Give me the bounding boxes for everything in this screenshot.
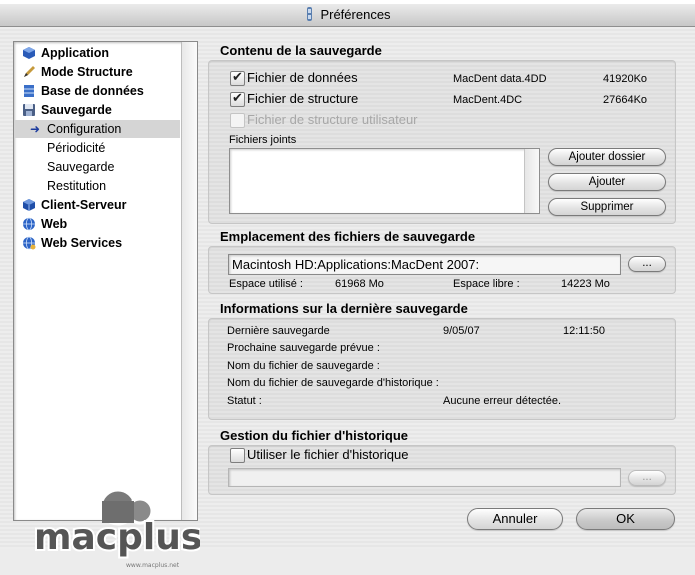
data-file-size: 41920Ko [603,73,648,85]
sidebar-item-configuration[interactable]: ➜ Configuration [14,120,180,138]
sidebar-item-database[interactable]: Base de données [14,82,180,100]
sidebar-item-mode-structure[interactable]: Mode Structure [14,63,180,81]
ok-button[interactable]: OK [576,508,675,530]
sidebar-scrollbar[interactable] [181,42,197,520]
add-button[interactable]: Ajouter [548,173,666,191]
remove-button[interactable]: Supprimer [548,198,666,216]
status-label: Statut : [227,395,262,407]
free-space-label: Espace libre : [453,278,520,290]
window-titlebar[interactable]: Préférences [0,4,695,27]
attached-files-scrollbar[interactable] [524,149,539,213]
sidebar-item-label: Mode Structure [41,65,133,79]
used-space-value: 61968 Mo [335,278,384,290]
status-value: Aucune erreur détectée. [443,395,562,407]
use-log-checkbox[interactable] [230,448,245,463]
network-cube-icon [23,199,35,211]
floppy-icon [23,104,35,116]
last-backup-title: Informations sur la dernière sauvegarde [220,301,468,316]
web-services-icon [23,236,36,250]
last-backup-date: 9/05/07 [443,325,480,337]
use-log-label: Utiliser le fichier d'historique [247,447,409,462]
app-cube-icon [23,47,35,59]
sidebar-item-label: Restitution [47,179,107,193]
backup-content-title: Contenu de la sauvegarde [220,43,382,58]
log-path-field[interactable] [228,468,621,487]
next-backup-label: Prochaine sauvegarde prévue : [227,342,380,354]
database-icon [24,85,34,97]
user-structure-checkbox[interactable] [230,113,245,128]
pencil-icon [24,66,35,77]
cancel-button[interactable]: Annuler [467,508,563,530]
sidebar-item-label: Client-Serveur [41,198,127,212]
last-backup-label: Dernière sauvegarde [227,325,330,337]
attached-files-list[interactable] [229,148,540,214]
sidebar-item-sauvegarde[interactable]: Sauvegarde [14,101,180,119]
backup-filename-label: Nom du fichier de sauvegarde : [227,360,380,372]
sidebar-item-label: Configuration [47,122,122,136]
app-switch-icon [307,7,313,21]
user-structure-label: Fichier de structure utilisateur [247,112,418,127]
sidebar-item-web[interactable]: Web [14,215,180,233]
globe-icon [23,217,35,231]
structure-file-checkbox[interactable] [230,90,245,107]
window-title: Préférences [320,7,391,22]
backup-path-field[interactable]: Macintosh HD:Applications:MacDent 2007: [228,254,621,275]
sidebar-item-client-serveur[interactable]: Client-Serveur [14,196,180,214]
log-filename-label: Nom du fichier de sauvegarde d'historiqu… [227,377,439,389]
data-file-name: MacDent data.4DD [453,73,547,85]
preferences-window: Application Mode Structure Base de donné… [0,27,695,569]
sidebar-item-label: Base de données [41,84,144,98]
log-title: Gestion du fichier d'historique [220,428,408,443]
sidebar-item-restitution[interactable]: Restitution [14,177,180,195]
structure-file-size: 27664Ko [603,94,648,106]
structure-file-label: Fichier de structure [247,91,359,106]
sidebar-item-label: Sauvegarde [47,160,115,174]
svg-text:www.macplus.net: www.macplus.net [126,562,180,569]
sidebar-item-application[interactable]: Application [14,44,180,62]
attached-files-label: Fichiers joints [229,134,297,146]
sidebar-tree[interactable]: Application Mode Structure Base de donné… [13,41,198,521]
data-file-label: Fichier de données [247,70,358,85]
sidebar-item-sauvegarde-sub[interactable]: Sauvegarde [14,158,180,176]
sidebar-item-web-services[interactable]: Web Services [14,234,180,252]
arrow-right-icon: ➜ [30,122,41,136]
svg-text:macplus: macplus [34,517,200,558]
add-folder-button[interactable]: Ajouter dossier [548,148,666,166]
sidebar-item-label: Application [41,46,110,60]
structure-file-name: MacDent.4DC [453,94,523,106]
browse-path-button[interactable]: ... [628,256,666,272]
sidebar-item-label: Sauvegarde [41,103,112,117]
free-space-value: 14223 Mo [561,278,610,290]
sidebar-item-label: Web Services [41,236,123,250]
macplus-watermark-logo: macplus www.macplus.net [30,487,204,572]
sidebar-item-label: Périodicité [47,141,106,155]
used-space-label: Espace utilisé : [229,278,303,290]
data-file-checkbox[interactable] [230,69,245,86]
location-title: Emplacement des fichiers de sauvegarde [220,229,476,244]
sidebar-item-periodicite[interactable]: Périodicité [14,139,180,157]
browse-log-button[interactable]: ... [628,470,666,486]
sidebar-item-label: Web [41,217,68,231]
last-backup-time: 12:11:50 [563,325,606,337]
